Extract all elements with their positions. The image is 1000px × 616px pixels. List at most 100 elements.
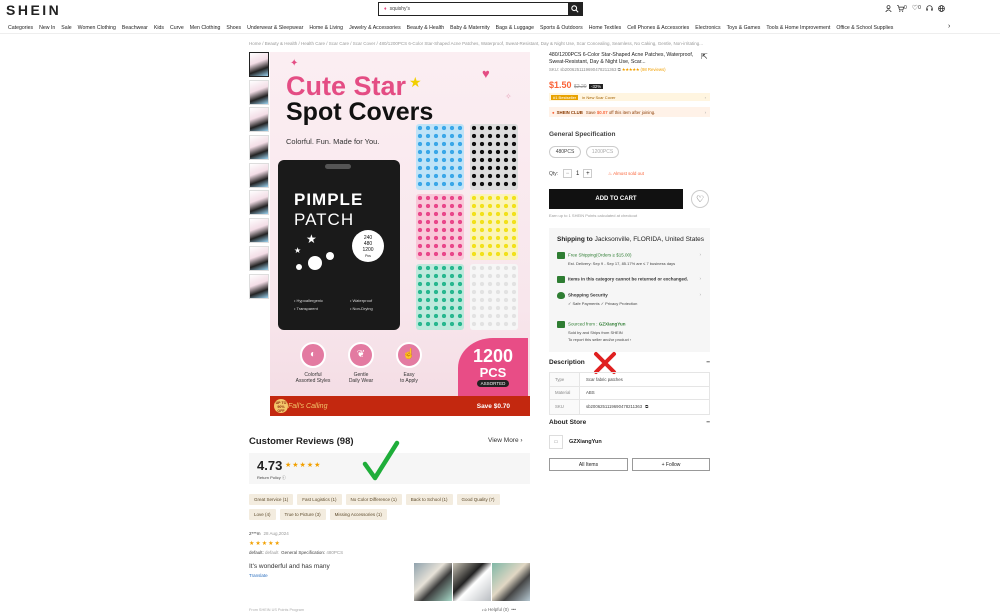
helpful-button[interactable]: 👍︎ Helpful (0) ••• bbox=[482, 607, 516, 613]
product-thumbnail[interactable] bbox=[249, 162, 269, 188]
support-icon[interactable] bbox=[926, 4, 933, 12]
category-new-in[interactable]: New In bbox=[39, 25, 55, 31]
product-thumbnail[interactable] bbox=[249, 218, 269, 244]
promo-band[interactable]: Fall's Calling Save $0.70 bbox=[270, 396, 530, 416]
review-tag[interactable]: Love (4) bbox=[249, 509, 276, 520]
bestseller-bar[interactable]: #1 Bestseller in New Scar Cover › bbox=[549, 93, 710, 101]
follow-button[interactable]: + Follow bbox=[632, 458, 710, 471]
feature-colorful: ◐ Colorful Assorted Styles bbox=[286, 342, 340, 384]
promo-text: Fall's Calling bbox=[288, 402, 328, 410]
category-home-living[interactable]: Home & Living bbox=[309, 25, 343, 31]
category-tools-home-improvement[interactable]: Tools & Home Improvement bbox=[766, 25, 830, 31]
copy-icon[interactable]: ⧉ bbox=[618, 67, 621, 72]
category-categories[interactable]: Categories bbox=[8, 25, 33, 31]
more-icon[interactable]: ••• bbox=[511, 607, 516, 612]
review-photo[interactable] bbox=[453, 563, 491, 601]
product-thumbnail[interactable] bbox=[249, 135, 269, 161]
report-link[interactable]: To report this seller and/or product › bbox=[568, 337, 705, 342]
category-home-textiles[interactable]: Home Textiles bbox=[589, 25, 621, 31]
description-header[interactable]: Description − bbox=[549, 359, 710, 366]
category-office-school-supplies[interactable]: Office & School Supplies bbox=[836, 25, 893, 31]
category-kids[interactable]: Kids bbox=[154, 25, 164, 31]
quantity-stepper[interactable]: − 1 + bbox=[563, 169, 593, 178]
search-button[interactable] bbox=[568, 3, 582, 15]
cart-icon[interactable]: 0 bbox=[897, 4, 907, 12]
wishlist-heart-button[interactable]: ♡ bbox=[691, 190, 709, 208]
product-thumbnail[interactable] bbox=[249, 245, 269, 271]
add-to-cart-button[interactable]: ADD TO CART bbox=[549, 189, 683, 209]
product-thumbnail[interactable] bbox=[249, 107, 269, 133]
qty-plus-button[interactable]: + bbox=[583, 169, 593, 178]
review-tag[interactable]: Great Service (1) bbox=[249, 494, 294, 505]
category-toys-games[interactable]: Toys & Games bbox=[727, 25, 761, 31]
feature-line2: Assorted Styles bbox=[295, 378, 331, 384]
category-sports-outdoors[interactable]: Sports & Outdoors bbox=[540, 25, 583, 31]
description-key: Material bbox=[550, 386, 580, 399]
category-shoes[interactable]: Shoes bbox=[226, 25, 241, 31]
wishlist-icon[interactable]: ♡ 0 bbox=[912, 4, 921, 12]
product-thumbnail[interactable] bbox=[249, 273, 269, 299]
all-items-button[interactable]: All Items bbox=[549, 458, 628, 471]
review-tag[interactable]: Fast Logistics (1) bbox=[297, 494, 342, 505]
translate-link[interactable]: Translate bbox=[249, 573, 268, 578]
pack-feature: • Non-Drying bbox=[350, 306, 373, 311]
category-beachwear[interactable]: Beachwear bbox=[122, 25, 148, 31]
shein-club-bar[interactable]: ● SHEIN CLUB Save $0.07 off this item af… bbox=[549, 107, 710, 117]
main-product-image[interactable]: ✦ ♥ ✧ Cute Star ★ Spot Covers Colorful. … bbox=[270, 52, 530, 416]
collapse-icon: − bbox=[706, 359, 710, 366]
product-thumbnail[interactable] bbox=[249, 79, 269, 105]
free-shipping-row[interactable]: Free Shipping(Orders ≥ $15.00) Est. Deli… bbox=[557, 252, 705, 266]
review-tag[interactable]: True to Picture (3) bbox=[279, 509, 326, 520]
review-tag[interactable]: Missing Accessories (1) bbox=[329, 509, 387, 520]
breadcrumb[interactable]: Home / Beauty & Health / Health Care / S… bbox=[249, 41, 709, 46]
copy-icon[interactable]: ⧉ bbox=[645, 404, 648, 409]
review-tag[interactable]: No Color Difference (1) bbox=[345, 494, 402, 505]
search-input[interactable]: ♦ squishy's bbox=[379, 3, 568, 15]
review-tag[interactable]: Back to School (1) bbox=[405, 494, 453, 505]
category-electronics[interactable]: Electronics bbox=[695, 25, 720, 31]
shipping-panel: Shipping to Jacksonville, FLORIDA, Unite… bbox=[549, 228, 710, 352]
shein-logo[interactable]: SHEIN bbox=[6, 2, 61, 18]
category-curve[interactable]: Curve bbox=[170, 25, 184, 31]
review-photo[interactable] bbox=[414, 563, 452, 601]
category-men-clothing[interactable]: Men Clothing bbox=[190, 25, 221, 31]
description-table: Type Scar fabric patches Material ABS SKU sb2… bbox=[549, 372, 710, 415]
review-tag[interactable]: Good Quality (7) bbox=[456, 494, 500, 505]
truck-icon bbox=[557, 252, 565, 259]
user-icon[interactable] bbox=[885, 4, 892, 12]
sourced-row[interactable]: Sourced from : GZXiangYun Sold by and Sh… bbox=[557, 321, 705, 342]
category-beauty-health[interactable]: Beauty & Health bbox=[407, 25, 445, 31]
return-policy-link[interactable]: Return Policy ⓘ bbox=[257, 475, 286, 481]
qty-value[interactable]: 1 bbox=[576, 171, 579, 177]
security-row[interactable]: Shopping Security ✓ Safe Payments ✓ Priv… bbox=[557, 292, 705, 306]
about-store-header[interactable]: About Store − bbox=[549, 419, 710, 426]
globe-icon[interactable] bbox=[938, 4, 945, 12]
review-photo[interactable] bbox=[492, 563, 530, 601]
chevron-right-icon[interactable]: › bbox=[948, 23, 950, 30]
returns-row[interactable]: Items in this category cannot be returne… bbox=[557, 276, 705, 283]
category-women-clothing[interactable]: Women Clothing bbox=[78, 25, 116, 31]
search-bar[interactable]: ♦ squishy's bbox=[378, 2, 583, 16]
category-underwear-sleepwear[interactable]: Underwear & Sleepwear bbox=[247, 25, 303, 31]
category-cell-phones-accessories[interactable]: Cell Phones & Accessories bbox=[627, 25, 689, 31]
category-baby-maternity[interactable]: Baby & Maternity bbox=[450, 25, 490, 31]
product-thumbnail[interactable] bbox=[249, 190, 269, 216]
club-label: SHEIN CLUB bbox=[556, 109, 583, 115]
option-480pcs[interactable]: 480PCS bbox=[549, 146, 581, 158]
category-sale[interactable]: Sale bbox=[61, 25, 71, 31]
category-jewelry-accessories[interactable]: Jewelry & Accessories bbox=[349, 25, 401, 31]
sold-out-notice: ♨ Almost sold out bbox=[608, 171, 644, 177]
rating-value: 4.73 bbox=[257, 458, 283, 473]
view-more-link[interactable]: View More › bbox=[488, 437, 523, 444]
category-bags-luggage[interactable]: Bags & Luggage bbox=[496, 25, 534, 31]
option-1200pcs[interactable]: 1200PCS bbox=[586, 146, 619, 158]
store-info[interactable]: ▭ GZXiangYun bbox=[549, 435, 602, 449]
return-icon bbox=[557, 276, 565, 283]
review-count-link[interactable]: (98 Reviews) bbox=[641, 67, 666, 72]
qty-minus-button[interactable]: − bbox=[563, 169, 572, 178]
product-thumbnail[interactable] bbox=[249, 52, 269, 77]
share-icon[interactable]: ⇱ bbox=[701, 52, 708, 61]
blue-star-sheets bbox=[416, 124, 464, 190]
feature-line2: to Apply bbox=[400, 378, 418, 384]
ship-to[interactable]: Shipping to Jacksonville, FLORIDA, Unite… bbox=[557, 236, 704, 243]
